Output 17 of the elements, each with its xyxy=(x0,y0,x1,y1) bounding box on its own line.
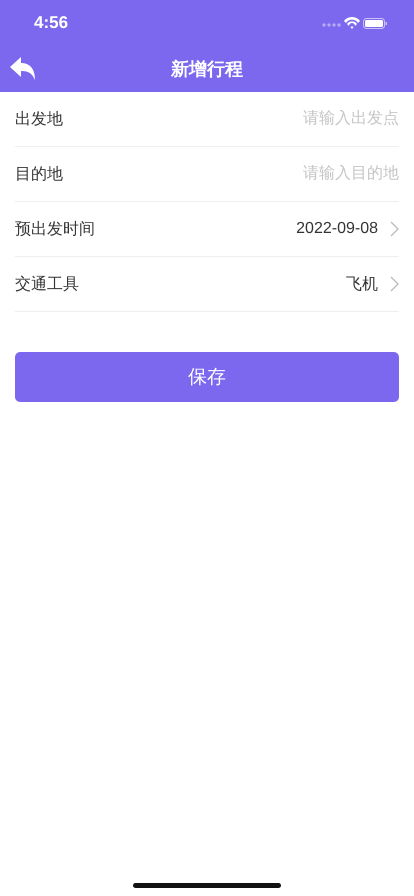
wifi-icon xyxy=(344,17,360,29)
signal-icon xyxy=(322,23,341,27)
picker-button[interactable]: 2022-09-08 xyxy=(296,220,399,238)
field-label: 交通工具 xyxy=(15,274,79,294)
picker-button[interactable]: 飞机 xyxy=(346,274,399,294)
chevron-icon xyxy=(390,276,399,292)
save-button[interactable]: 保存 xyxy=(15,352,399,402)
field-label: 目的地 xyxy=(15,164,63,184)
battery-icon xyxy=(363,18,387,29)
input-field[interactable]: 请输入出发点 xyxy=(219,110,399,128)
field-label: 出发地 xyxy=(15,110,63,130)
field-label: 预出发时间 xyxy=(15,220,95,240)
page-title: 新增行程 xyxy=(171,58,243,81)
status-time: 4:56 xyxy=(34,13,68,33)
chevron-icon xyxy=(390,221,399,237)
back-icon[interactable] xyxy=(10,57,36,81)
input-field[interactable]: 请输入目的地 xyxy=(219,165,399,183)
